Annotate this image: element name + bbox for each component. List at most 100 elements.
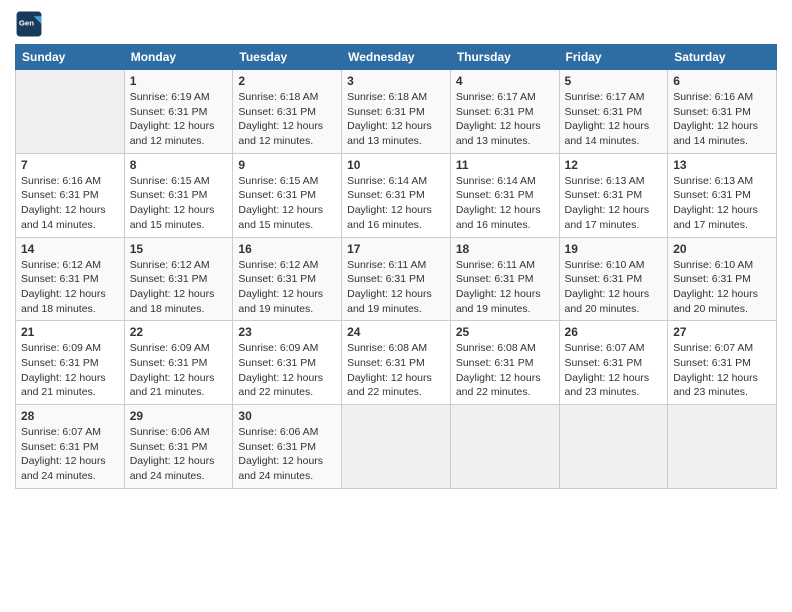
day-info: Sunrise: 6:06 AM Sunset: 6:31 PM Dayligh…: [238, 425, 336, 484]
calendar-cell: 22 Sunrise: 6:09 AM Sunset: 6:31 PM Dayli…: [124, 321, 233, 405]
day-number: 22: [130, 325, 228, 339]
calendar-cell: 1 Sunrise: 6:19 AM Sunset: 6:31 PM Daylig…: [124, 70, 233, 154]
day-info: Sunrise: 6:17 AM Sunset: 6:31 PM Dayligh…: [456, 90, 554, 149]
day-number: 6: [673, 74, 771, 88]
calendar-cell: 27 Sunrise: 6:07 AM Sunset: 6:31 PM Dayli…: [668, 321, 777, 405]
day-number: 17: [347, 242, 445, 256]
day-info: Sunrise: 6:08 AM Sunset: 6:31 PM Dayligh…: [347, 341, 445, 400]
day-header-saturday: Saturday: [668, 45, 777, 70]
day-info: Sunrise: 6:11 AM Sunset: 6:31 PM Dayligh…: [347, 258, 445, 317]
day-info: Sunrise: 6:10 AM Sunset: 6:31 PM Dayligh…: [673, 258, 771, 317]
day-info: Sunrise: 6:13 AM Sunset: 6:31 PM Dayligh…: [673, 174, 771, 233]
day-number: 9: [238, 158, 336, 172]
calendar-cell: 13 Sunrise: 6:13 AM Sunset: 6:31 PM Dayli…: [668, 153, 777, 237]
calendar-cell: 5 Sunrise: 6:17 AM Sunset: 6:31 PM Daylig…: [559, 70, 668, 154]
day-number: 21: [21, 325, 119, 339]
days-header-row: SundayMondayTuesdayWednesdayThursdayFrid…: [16, 45, 777, 70]
calendar-cell: 4 Sunrise: 6:17 AM Sunset: 6:31 PM Daylig…: [450, 70, 559, 154]
day-number: 10: [347, 158, 445, 172]
day-number: 29: [130, 409, 228, 423]
day-info: Sunrise: 6:08 AM Sunset: 6:31 PM Dayligh…: [456, 341, 554, 400]
calendar-cell: 17 Sunrise: 6:11 AM Sunset: 6:31 PM Dayli…: [342, 237, 451, 321]
day-info: Sunrise: 6:07 AM Sunset: 6:31 PM Dayligh…: [21, 425, 119, 484]
day-number: 14: [21, 242, 119, 256]
day-info: Sunrise: 6:15 AM Sunset: 6:31 PM Dayligh…: [130, 174, 228, 233]
calendar-cell: 8 Sunrise: 6:15 AM Sunset: 6:31 PM Daylig…: [124, 153, 233, 237]
day-number: 16: [238, 242, 336, 256]
day-info: Sunrise: 6:09 AM Sunset: 6:31 PM Dayligh…: [21, 341, 119, 400]
calendar-cell: 16Sunrise: 6:12 AM Sunset: 6:31 PM Dayli…: [233, 237, 342, 321]
day-number: 3: [347, 74, 445, 88]
calendar-cell: 21 Sunrise: 6:09 AM Sunset: 6:31 PM Dayli…: [16, 321, 125, 405]
calendar-cell: [16, 70, 125, 154]
day-info: Sunrise: 6:10 AM Sunset: 6:31 PM Dayligh…: [565, 258, 663, 317]
day-header-friday: Friday: [559, 45, 668, 70]
day-info: Sunrise: 6:07 AM Sunset: 6:31 PM Dayligh…: [565, 341, 663, 400]
day-info: Sunrise: 6:12 AM Sunset: 6:31 PM Dayligh…: [21, 258, 119, 317]
day-info: Sunrise: 6:07 AM Sunset: 6:31 PM Dayligh…: [673, 341, 771, 400]
day-number: 1: [130, 74, 228, 88]
day-number: 24: [347, 325, 445, 339]
day-number: 20: [673, 242, 771, 256]
day-number: 25: [456, 325, 554, 339]
calendar-cell: [668, 405, 777, 489]
day-info: Sunrise: 6:18 AM Sunset: 6:31 PM Dayligh…: [238, 90, 336, 149]
day-number: 27: [673, 325, 771, 339]
calendar-cell: 19 Sunrise: 6:10 AM Sunset: 6:31 PM Dayli…: [559, 237, 668, 321]
day-info: Sunrise: 6:13 AM Sunset: 6:31 PM Dayligh…: [565, 174, 663, 233]
day-number: 2: [238, 74, 336, 88]
week-row-4: 21 Sunrise: 6:09 AM Sunset: 6:31 PM Dayli…: [16, 321, 777, 405]
calendar-cell: 9 Sunrise: 6:15 AM Sunset: 6:31 PM Daylig…: [233, 153, 342, 237]
calendar-cell: 10 Sunrise: 6:14 AM Sunset: 6:31 PM Dayli…: [342, 153, 451, 237]
day-number: 7: [21, 158, 119, 172]
day-number: 18: [456, 242, 554, 256]
calendar-cell: 29 Sunrise: 6:06 AM Sunset: 6:31 PM Dayli…: [124, 405, 233, 489]
calendar-cell: 20 Sunrise: 6:10 AM Sunset: 6:31 PM Dayli…: [668, 237, 777, 321]
logo: Gen: [15, 10, 47, 38]
calendar-cell: 26Sunrise: 6:07 AM Sunset: 6:31 PM Dayli…: [559, 321, 668, 405]
day-number: 30: [238, 409, 336, 423]
calendar-cell: 11 Sunrise: 6:14 AM Sunset: 6:31 PM Dayli…: [450, 153, 559, 237]
week-row-1: 1 Sunrise: 6:19 AM Sunset: 6:31 PM Daylig…: [16, 70, 777, 154]
calendar-cell: 18Sunrise: 6:11 AM Sunset: 6:31 PM Dayli…: [450, 237, 559, 321]
day-header-monday: Monday: [124, 45, 233, 70]
day-info: Sunrise: 6:14 AM Sunset: 6:31 PM Dayligh…: [347, 174, 445, 233]
day-info: Sunrise: 6:17 AM Sunset: 6:31 PM Dayligh…: [565, 90, 663, 149]
day-info: Sunrise: 6:19 AM Sunset: 6:31 PM Dayligh…: [130, 90, 228, 149]
calendar-cell: [450, 405, 559, 489]
calendar-cell: 24 Sunrise: 6:08 AM Sunset: 6:31 PM Dayli…: [342, 321, 451, 405]
calendar-cell: 12 Sunrise: 6:13 AM Sunset: 6:31 PM Dayli…: [559, 153, 668, 237]
day-number: 19: [565, 242, 663, 256]
day-info: Sunrise: 6:06 AM Sunset: 6:31 PM Dayligh…: [130, 425, 228, 484]
week-row-3: 14 Sunrise: 6:12 AM Sunset: 6:31 PM Dayli…: [16, 237, 777, 321]
day-number: 13: [673, 158, 771, 172]
header: Gen: [15, 10, 777, 38]
day-number: 5: [565, 74, 663, 88]
day-info: Sunrise: 6:09 AM Sunset: 6:31 PM Dayligh…: [238, 341, 336, 400]
day-info: Sunrise: 6:14 AM Sunset: 6:31 PM Dayligh…: [456, 174, 554, 233]
day-number: 28: [21, 409, 119, 423]
calendar-cell: 23 Sunrise: 6:09 AM Sunset: 6:31 PM Dayli…: [233, 321, 342, 405]
calendar-cell: 25 Sunrise: 6:08 AM Sunset: 6:31 PM Dayli…: [450, 321, 559, 405]
day-info: Sunrise: 6:15 AM Sunset: 6:31 PM Dayligh…: [238, 174, 336, 233]
day-number: 11: [456, 158, 554, 172]
calendar-cell: 14 Sunrise: 6:12 AM Sunset: 6:31 PM Dayli…: [16, 237, 125, 321]
calendar-cell: [342, 405, 451, 489]
calendar-cell: 7Sunrise: 6:16 AM Sunset: 6:31 PM Daylig…: [16, 153, 125, 237]
day-info: Sunrise: 6:18 AM Sunset: 6:31 PM Dayligh…: [347, 90, 445, 149]
calendar-cell: 30 Sunrise: 6:06 AM Sunset: 6:31 PM Dayli…: [233, 405, 342, 489]
calendar-cell: 6 Sunrise: 6:16 AM Sunset: 6:31 PM Daylig…: [668, 70, 777, 154]
day-number: 12: [565, 158, 663, 172]
day-number: 23: [238, 325, 336, 339]
day-info: Sunrise: 6:16 AM Sunset: 6:31 PM Dayligh…: [673, 90, 771, 149]
day-header-tuesday: Tuesday: [233, 45, 342, 70]
day-header-thursday: Thursday: [450, 45, 559, 70]
day-number: 8: [130, 158, 228, 172]
logo-icon: Gen: [15, 10, 43, 38]
calendar-cell: [559, 405, 668, 489]
calendar-cell: 15Sunrise: 6:12 AM Sunset: 6:31 PM Dayli…: [124, 237, 233, 321]
week-row-5: 28 Sunrise: 6:07 AM Sunset: 6:31 PM Dayli…: [16, 405, 777, 489]
day-number: 4: [456, 74, 554, 88]
day-info: Sunrise: 6:09 AM Sunset: 6:31 PM Dayligh…: [130, 341, 228, 400]
day-header-sunday: Sunday: [16, 45, 125, 70]
